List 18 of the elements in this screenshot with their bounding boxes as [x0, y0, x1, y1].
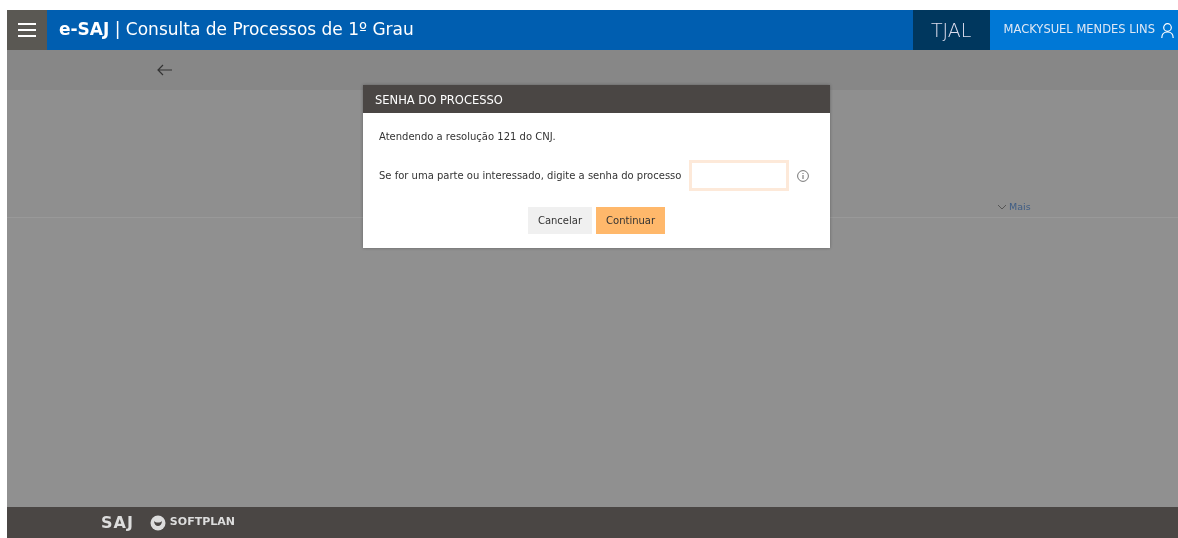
chevron-down-icon	[997, 204, 1007, 211]
back-arrow-icon[interactable]	[157, 64, 173, 76]
user-icon	[1161, 22, 1174, 38]
softplan-logo-icon	[149, 514, 166, 531]
saj-logo: SAJ	[101, 511, 134, 534]
cancel-button[interactable]: Cancelar	[527, 207, 593, 234]
softplan-logo-text: SOFTPLAN	[169, 514, 235, 531]
user-menu[interactable]: MACKYSUEL MENDES LINS	[989, 10, 1178, 50]
menu-icon	[18, 23, 36, 37]
notice-text: Atendendo a resolução 121 do CNJ.	[379, 130, 557, 144]
app-title: e-SAJ | Consulta de Processos de 1º Grau	[58, 18, 415, 42]
dialog-title: SENHA DO PROCESSO	[363, 85, 830, 113]
prompt-label: Se for uma parte ou interessado, digite a senha do processo	[379, 169, 682, 183]
menu-button[interactable]	[7, 10, 47, 50]
info-icon[interactable]	[797, 169, 810, 182]
password-field[interactable]	[689, 160, 790, 191]
court-name: TJAL	[912, 10, 990, 50]
continue-button[interactable]: Continuar	[596, 207, 666, 234]
